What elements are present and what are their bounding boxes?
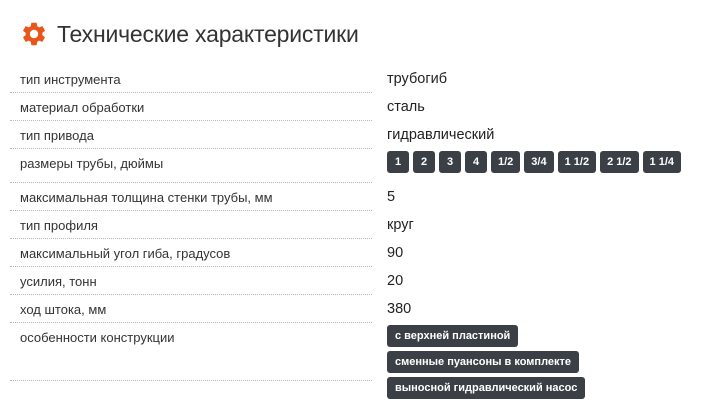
tag-pipe-size[interactable]: 3/4	[524, 151, 554, 173]
tag-pipe-size[interactable]: 1	[387, 151, 409, 173]
spec-row-profile-type: тип профиля круг	[10, 211, 715, 239]
tag-design-feature[interactable]: с верхней пластиной	[387, 325, 519, 347]
spec-value: 20	[387, 273, 404, 289]
spec-value: сталь	[387, 99, 425, 115]
section-title: Технические характеристики	[57, 20, 359, 47]
tag-design-feature[interactable]: выносной гидравлический насос	[387, 377, 586, 399]
spec-label: максимальный угол гиба, градусов	[10, 239, 372, 267]
spec-value: круг	[387, 217, 414, 233]
spec-label: тип профиля	[10, 211, 372, 239]
tag-pipe-size[interactable]: 1 1/4	[642, 151, 681, 173]
spec-row-drive-type: тип привода гидравлический	[10, 121, 715, 149]
tag-pipe-size[interactable]: 1/2	[491, 151, 521, 173]
tag-pipe-size[interactable]: 2	[413, 151, 435, 173]
spec-label: материал обработки	[10, 93, 372, 121]
spec-label: тип привода	[10, 121, 372, 149]
spec-row-bend-angle: максимальный угол гиба, градусов 90	[10, 239, 715, 267]
spec-row-stroke: ход штока, мм 380	[10, 295, 715, 323]
spec-value: 90	[387, 245, 404, 261]
tag-design-feature[interactable]: сменные пуансоны в комплекте	[387, 351, 580, 373]
spec-label: усилия, тонн	[10, 267, 372, 295]
tag-pipe-size[interactable]: 1 1/2	[557, 151, 597, 173]
section-header: Технические характеристики	[20, 18, 359, 50]
spec-value: 5	[387, 189, 396, 205]
spec-row-material: материал обработки сталь	[10, 93, 715, 121]
spec-row-pipe-sizes: размеры трубы, дюймы 1 2 3 4 1/2 3/4 1 1…	[10, 149, 715, 183]
gear-icon	[23, 22, 45, 46]
tag-pipe-size[interactable]: 2 1/2	[600, 151, 639, 173]
spec-label: размеры трубы, дюймы	[10, 149, 372, 183]
spec-row-design-features: особенности конструкции с верхней пласти…	[10, 323, 715, 399]
spec-row-wall-thickness: максимальная толщина стенки трубы, мм 5	[10, 183, 715, 211]
spec-value: гидравлический	[387, 127, 495, 143]
tag-pipe-size[interactable]: 3	[439, 151, 461, 173]
spec-value: 380	[387, 301, 412, 317]
spec-label: особенности конструкции	[10, 323, 372, 381]
spec-label: тип инструмента	[10, 65, 372, 93]
tag-pipe-size[interactable]: 4	[465, 151, 487, 173]
spec-label: максимальная толщина стенки трубы, мм	[10, 183, 372, 211]
design-feature-tags: с верхней пластиной сменные пуансоны в к…	[372, 323, 715, 399]
spec-table: тип инструмента трубогиб материал обрабо…	[10, 65, 715, 399]
pipe-size-tags: 1 2 3 4 1/2 3/4 1 1/2 2 1/2 1 1/4	[372, 149, 715, 183]
spec-row-force: усилия, тонн 20	[10, 267, 715, 295]
spec-row-tool-type: тип инструмента трубогиб	[10, 65, 715, 93]
specifications-panel: Технические характеристики тип инструмен…	[0, 0, 719, 418]
spec-value: трубогиб	[387, 71, 448, 87]
spec-label: ход штока, мм	[10, 295, 372, 323]
